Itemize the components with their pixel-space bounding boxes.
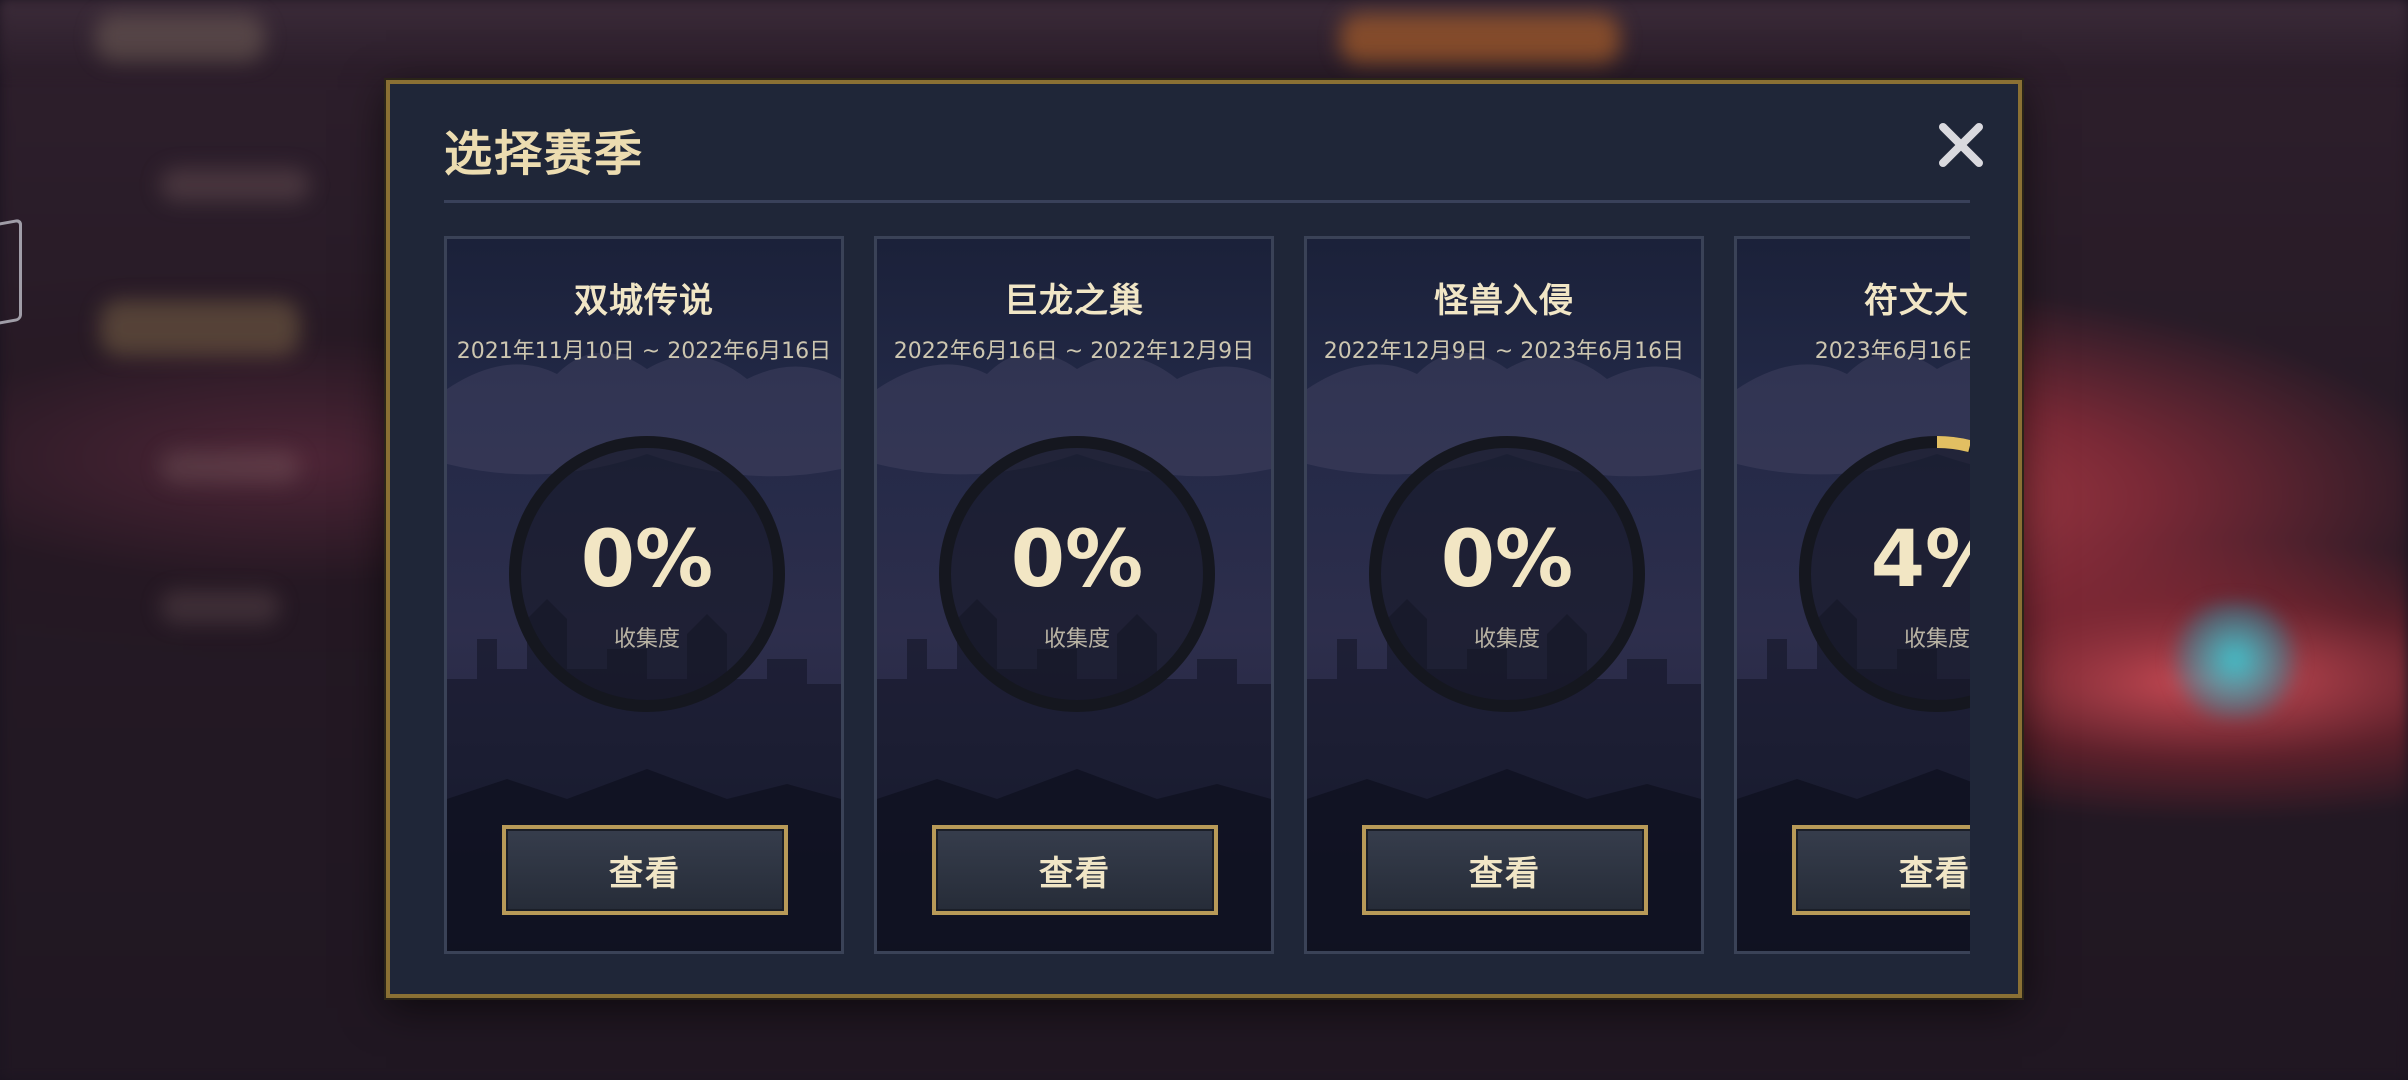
season-title: 双城传说 [574, 281, 714, 321]
background-blur-element [100, 300, 300, 356]
progress-percent: 0% [1440, 515, 1574, 605]
progress-label: 收集度 [1043, 627, 1110, 652]
season-select-dialog: 选择赛季 双城传说 2021年11月10日 ~ 2022年6月16日 0% 收集… [386, 80, 2022, 998]
season-title: 怪兽入侵 [1434, 281, 1574, 321]
title-divider [444, 200, 1970, 203]
progress-percent: 0% [1010, 515, 1144, 605]
season-title: 符文大陆 [1864, 281, 1970, 321]
progress-percent: 4% [1870, 515, 1970, 605]
season-card: 符文大陆 2023年6月16日 ~ 202 4% 收集度 查看 [1734, 236, 1970, 954]
background-blur-element [160, 450, 300, 484]
view-button[interactable]: 查看 [932, 825, 1218, 915]
season-dates: 2022年6月16日 ~ 2022年12月9日 [893, 339, 1255, 364]
background-blur-element [160, 590, 280, 624]
season-dates: 2022年12月9日 ~ 2023年6月16日 [1323, 339, 1685, 364]
progress-label: 收集度 [1903, 627, 1970, 652]
view-button[interactable]: 查看 [1792, 825, 1970, 915]
collection-progress-ring: 0% 收集度 [932, 429, 1222, 719]
season-list[interactable]: 双城传说 2021年11月10日 ~ 2022年6月16日 0% 收集度 查看 … [444, 236, 1970, 1038]
background-side-tab [0, 218, 22, 328]
season-card: 双城传说 2021年11月10日 ~ 2022年6月16日 0% 收集度 查看 [444, 236, 844, 954]
season-dates: 2023年6月16日 ~ 202 [1814, 339, 1970, 364]
collection-progress-ring: 0% 收集度 [1362, 429, 1652, 719]
view-button[interactable]: 查看 [502, 825, 788, 915]
view-button[interactable]: 查看 [1362, 825, 1648, 915]
progress-label: 收集度 [1473, 627, 1540, 652]
background-blur-element [95, 14, 265, 62]
season-dates: 2021年11月10日 ~ 2022年6月16日 [456, 339, 832, 364]
close-icon [1930, 114, 1992, 176]
background-teal-orb [2170, 600, 2300, 720]
progress-percent: 0% [580, 515, 714, 605]
dialog-title: 选择赛季 [444, 126, 645, 182]
season-card: 巨龙之巢 2022年6月16日 ~ 2022年12月9日 0% 收集度 查看 [874, 236, 1274, 954]
background-top-bar [0, 0, 2408, 74]
background-blur-element [160, 168, 310, 202]
background-blur-element [1340, 14, 1620, 64]
season-card: 怪兽入侵 2022年12月9日 ~ 2023年6月16日 0% 收集度 查看 [1304, 236, 1704, 954]
season-title: 巨龙之巢 [1004, 281, 1144, 321]
close-button[interactable] [1930, 114, 1992, 176]
progress-label: 收集度 [613, 627, 680, 652]
collection-progress-ring: 4% 收集度 [1792, 429, 1970, 719]
collection-progress-ring: 0% 收集度 [502, 429, 792, 719]
